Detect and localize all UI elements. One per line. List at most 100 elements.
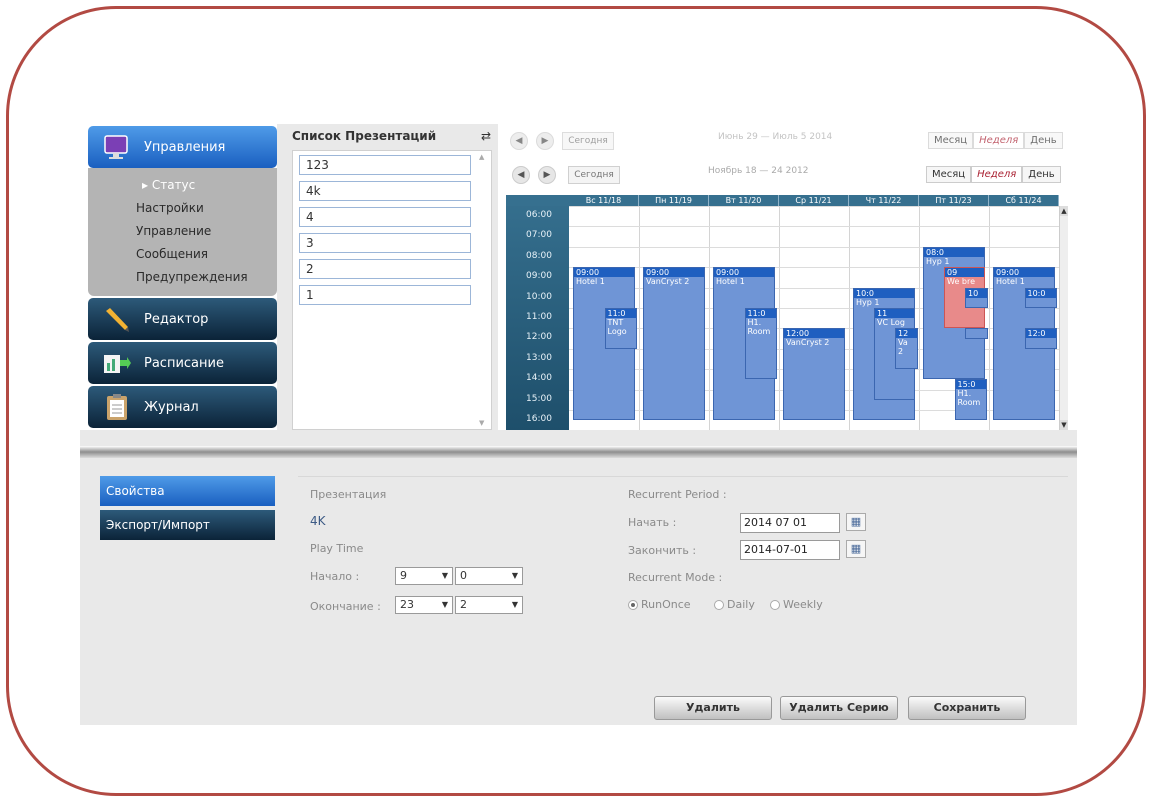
submenu-settings[interactable]: Настройки [88, 199, 277, 222]
nav-management[interactable]: Управления [88, 126, 277, 168]
prev-icon[interactable]: ◀ [512, 166, 530, 184]
nav-editor[interactable]: Редактор [88, 298, 277, 340]
start-minute-value: 0 [460, 569, 467, 582]
recurrence-start-input[interactable]: 2014 07 01 [740, 513, 840, 533]
hour-label: 11:00 [526, 312, 552, 322]
tab-export-import[interactable]: Экспорт/Импорт [100, 510, 275, 540]
hour-label: 15:00 [526, 393, 552, 404]
start-minute-select[interactable]: 0 ▼ [455, 567, 523, 585]
tab-properties[interactable]: Свойства [100, 476, 275, 506]
calendar-event[interactable] [965, 328, 988, 339]
list-item[interactable]: 3 [299, 233, 471, 253]
event-title: H1. Room [747, 318, 771, 336]
calendar-event[interactable]: 12 Va 2 [895, 328, 918, 370]
week-grid: ▲ ▼ Вс 11/18 Пн 11/19 Вт 11/20 Ср 11/21 Чт 1… [506, 195, 1068, 430]
view-week[interactable]: Неделя [971, 166, 1023, 183]
play-time-label: Play Time [310, 542, 364, 555]
event-time: 12 [896, 329, 917, 339]
swap-icon[interactable]: ⇄ [481, 129, 491, 143]
calendar-toolbar: ◀ ▶ Сегодня Ноябрь 18 — 24 2012 Месяц Не… [498, 164, 1077, 190]
nav-schedule[interactable]: Расписание [88, 342, 277, 384]
recurrence-end-input[interactable]: 2014-07-01 [740, 540, 840, 560]
monitor-icon [100, 131, 134, 163]
delete-series-button[interactable]: Удалить Серию [780, 696, 898, 720]
hour-gridline [569, 246, 1059, 248]
submenu-status[interactable]: ▸ Статус [88, 176, 277, 199]
divider [298, 476, 1068, 477]
prev-icon[interactable]: ◀ [510, 132, 528, 150]
hour-label: 10:00 [526, 291, 552, 302]
management-submenu: ▸ Статус Настройки Управление Сообщения … [88, 168, 277, 296]
nav-management-label: Управления [144, 139, 226, 155]
radio-selected-icon [628, 599, 638, 610]
calendar-event[interactable]: 12:00 VanCryst 2 [783, 328, 845, 421]
hour-gridline [569, 206, 1059, 207]
submenu-messages[interactable]: Сообщения [88, 245, 277, 268]
date-range: Июнь 29 — Июль 5 2014 [718, 132, 833, 142]
end-hour-select[interactable]: 23 ▼ [395, 596, 453, 614]
nav-journal-label: Журнал [144, 399, 199, 415]
radio-icon [770, 599, 780, 610]
view-week[interactable]: Неделя [973, 132, 1025, 149]
start-hour-select[interactable]: 9 ▼ [395, 567, 453, 585]
event-time: 10:0 [1025, 288, 1056, 298]
view-switcher: Месяц Неделя День [926, 166, 1061, 183]
calendar-event[interactable]: 15:0 H1. Room [954, 379, 987, 421]
end-minute-select[interactable]: 2 ▼ [455, 596, 523, 614]
calendar-event[interactable]: 09:00 VanCryst 2 [643, 267, 705, 421]
today-button[interactable]: Сегодня [568, 166, 620, 184]
calendar: ◀ ▶ Сегодня Июнь 29 — Июль 5 2014 Месяц … [498, 124, 1077, 430]
nav-journal[interactable]: Журнал [88, 386, 277, 428]
calendar-toolbar-ghost: ◀ ▶ Сегодня Июнь 29 — Июль 5 2014 Месяц … [498, 128, 1077, 154]
left-nav: Управления ▸ Статус Настройки Управление… [80, 124, 277, 430]
next-icon[interactable]: ▶ [536, 132, 554, 150]
event-title: Hyp 1 [856, 297, 880, 307]
list-item[interactable]: 4 [299, 207, 471, 227]
day-divider [709, 206, 710, 430]
day-divider [779, 206, 780, 430]
save-button[interactable]: Сохранить [908, 696, 1026, 720]
submenu-control[interactable]: Управление [88, 222, 277, 245]
event-title: VanCryst 2 [786, 338, 830, 348]
calendar-icon[interactable]: ▦ [846, 540, 866, 558]
mode-runonce-label: RunOnce [641, 598, 691, 611]
calendar-event[interactable]: 10 [965, 287, 988, 308]
list-scrollbar[interactable]: ▲ ▼ [479, 153, 489, 427]
list-item[interactable]: 2 [299, 259, 471, 279]
event-title: Hotel 1 [996, 277, 1025, 287]
day-header: Сб 11/24 [989, 195, 1059, 206]
hour-label: 16:00 [526, 414, 552, 424]
calendar-event[interactable]: 12:0 [1024, 328, 1057, 349]
calendar-event[interactable]: 11:0 TNT Logo [604, 308, 637, 349]
next-icon[interactable]: ▶ [538, 166, 556, 184]
start-hour-value: 9 [400, 569, 407, 582]
list-item[interactable]: 1 [299, 285, 471, 305]
submenu-warnings[interactable]: Предупреждения [88, 268, 277, 291]
view-day[interactable]: День [1022, 166, 1061, 183]
delete-button[interactable]: Удалить [654, 696, 772, 720]
view-day[interactable]: День [1024, 132, 1063, 149]
calendar-scrollbar[interactable]: ▲ ▼ [1059, 206, 1068, 430]
event-time: 11:0 [745, 309, 776, 318]
day-divider [639, 206, 640, 430]
mode-daily-radio[interactable]: Daily [714, 598, 755, 611]
calendar-event[interactable]: 11:0 H1. Room [744, 308, 777, 380]
mode-weekly-radio[interactable]: Weekly [770, 598, 823, 611]
event-title: VC Log [877, 318, 905, 327]
view-month[interactable]: Месяц [928, 132, 974, 149]
list-item[interactable]: 4k [299, 181, 471, 201]
view-month[interactable]: Месяц [926, 166, 972, 183]
today-button[interactable]: Сегодня [562, 132, 614, 150]
event-time: 09:00 [574, 268, 634, 278]
mode-runonce-radio[interactable]: RunOnce [628, 598, 691, 611]
chevron-down-icon: ▼ [441, 571, 448, 580]
nav-schedule-label: Расписание [144, 355, 224, 371]
event-title: We bre [947, 277, 976, 287]
calendar-icon[interactable]: ▦ [846, 513, 866, 531]
calendar-event[interactable]: 10:0 [1024, 287, 1057, 308]
presentation-list-panel: Список Презентаций ⇄ 123 4k 4 3 2 1 ▲ ▼ [292, 128, 492, 430]
event-time: 10:0 [854, 288, 914, 298]
day-header: Ср 11/21 [779, 195, 849, 206]
schedule-icon [100, 347, 134, 379]
list-item[interactable]: 123 [299, 155, 471, 175]
